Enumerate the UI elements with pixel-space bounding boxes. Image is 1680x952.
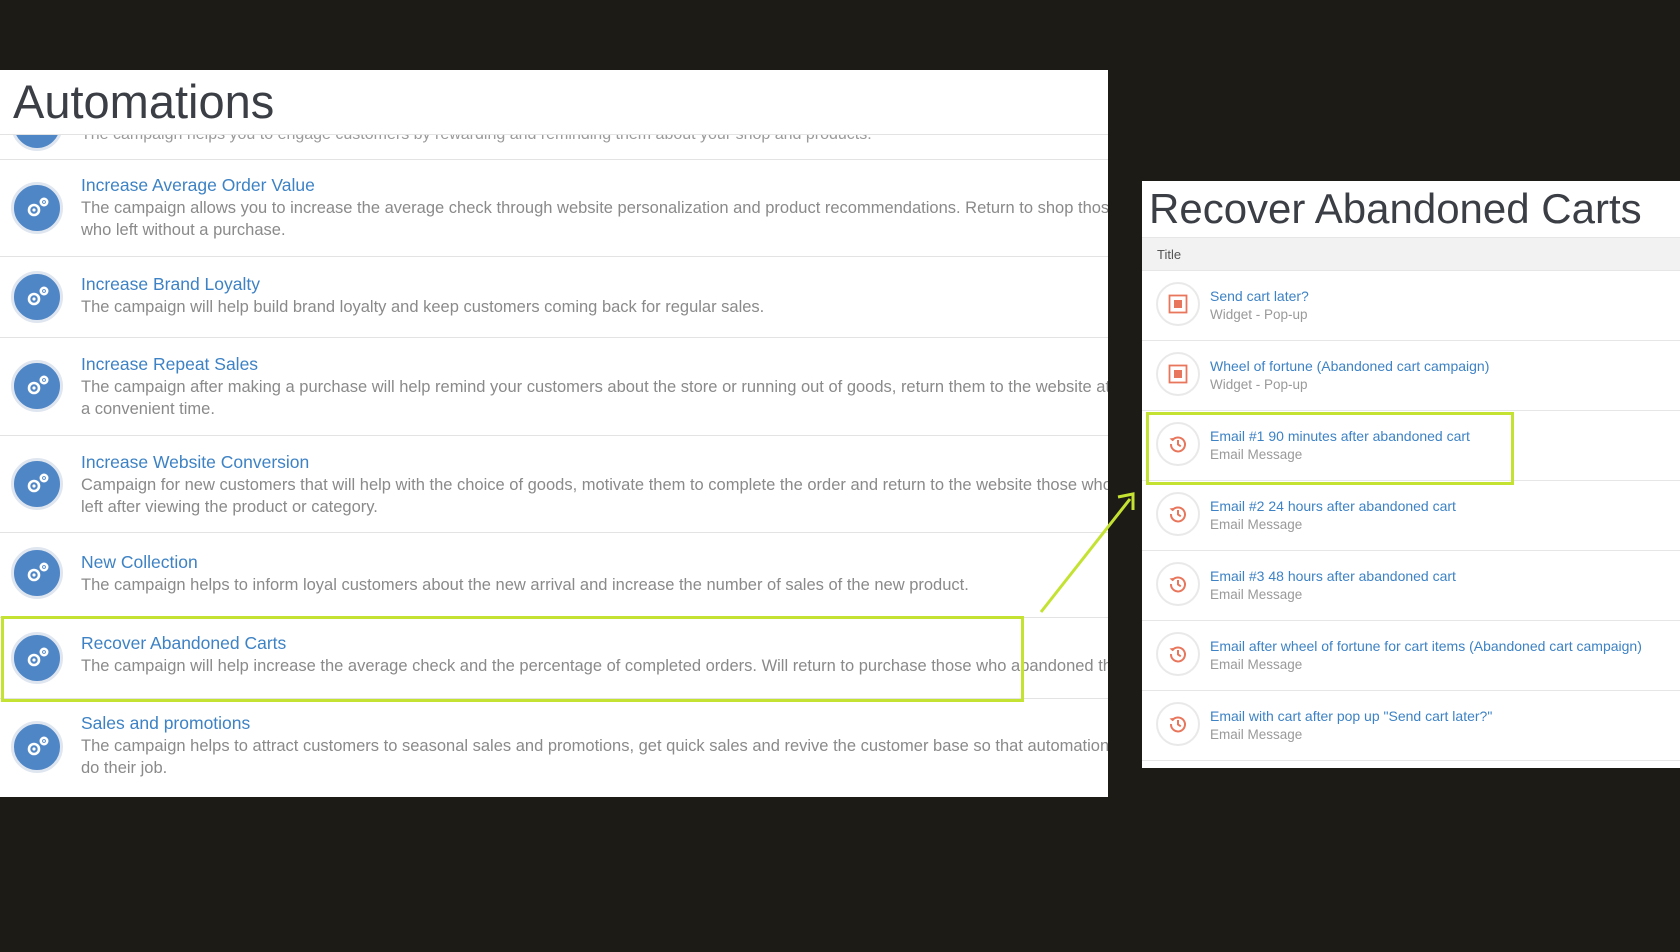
campaign-name[interactable]: Email after wheel of fortune for cart it… bbox=[1210, 638, 1642, 654]
email-history-icon bbox=[1156, 422, 1200, 466]
campaign-name[interactable]: Email with cart after pop up "Send cart … bbox=[1210, 708, 1492, 724]
campaign-name[interactable]: Email #3 48 hours after abandoned cart bbox=[1210, 568, 1456, 584]
campaign-type: Email Message bbox=[1210, 447, 1303, 462]
automation-name[interactable]: Recover Abandoned Carts bbox=[81, 633, 286, 654]
automation-description: The campaign helps to inform loyal custo… bbox=[81, 576, 969, 594]
email-history-icon bbox=[1156, 702, 1200, 746]
automation-item-increase-repeat-sales[interactable]: Increase Repeat Sales The campaign after… bbox=[0, 338, 1108, 436]
gear-icon bbox=[11, 632, 63, 684]
automation-item-increase-website-conversion[interactable]: Increase Website Conversion Campaign for… bbox=[0, 436, 1108, 533]
email-history-icon bbox=[1156, 562, 1200, 606]
campaign-name[interactable]: Wheel of fortune (Abandoned cart campaig… bbox=[1210, 358, 1489, 374]
campaign-name[interactable]: Send cart later? bbox=[1210, 288, 1309, 304]
campaign-type: Email Message bbox=[1210, 657, 1303, 672]
automation-name[interactable]: Sales and promotions bbox=[81, 713, 250, 734]
automation-item-new-collection[interactable]: New Collection The campaign helps to inf… bbox=[0, 533, 1108, 618]
automation-description: Campaign for new customers that will hel… bbox=[81, 476, 1108, 516]
campaign-type: Email Message bbox=[1210, 727, 1303, 742]
gear-icon bbox=[11, 458, 63, 510]
automation-item-increase-average-order-value[interactable]: Increase Average Order Value The campaig… bbox=[0, 158, 1108, 257]
gear-icon bbox=[11, 721, 63, 773]
campaign-name[interactable]: Email #2 24 hours after abandoned cart bbox=[1210, 498, 1456, 514]
automation-name[interactable]: Increase Website Conversion bbox=[81, 452, 309, 473]
automation-item-recover-abandoned-carts[interactable]: Recover Abandoned Carts The campaign wil… bbox=[0, 618, 1108, 699]
column-header-title[interactable]: Title bbox=[1157, 247, 1181, 262]
automations-panel: Automations The campaign helps you to en… bbox=[0, 70, 1108, 797]
email-history-icon bbox=[1156, 632, 1200, 676]
table-header: Title bbox=[1142, 237, 1680, 271]
gear-icon bbox=[11, 135, 63, 151]
widget-popup-icon bbox=[1156, 352, 1200, 396]
campaign-type: Widget - Pop-up bbox=[1210, 377, 1308, 392]
table-row[interactable]: Email after wheel of fortune for cart it… bbox=[1142, 621, 1680, 691]
campaign-name[interactable]: Email #1 90 minutes after abandoned cart bbox=[1210, 428, 1470, 444]
table-row[interactable]: Send cart later? Widget - Pop-up bbox=[1142, 271, 1680, 341]
automation-description: The campaign allows you to increase the … bbox=[81, 199, 1108, 239]
table-row[interactable]: Email with cart after pop up "Send cart … bbox=[1142, 691, 1680, 761]
automation-description: The campaign helps to attract customers … bbox=[81, 737, 1108, 777]
automation-description: The campaign will help increase the aver… bbox=[81, 657, 1108, 675]
recover-abandoned-carts-panel: Recover Abandoned Carts Title Send cart … bbox=[1142, 181, 1680, 768]
partial-list-item: The campaign helps you to engage custome… bbox=[0, 135, 1108, 160]
gear-icon bbox=[11, 182, 63, 234]
automation-name[interactable]: Increase Brand Loyalty bbox=[81, 274, 260, 295]
campaign-type: Email Message bbox=[1210, 587, 1303, 602]
automation-description: The campaign will help build brand loyal… bbox=[81, 298, 765, 316]
gear-icon bbox=[11, 360, 63, 412]
widget-popup-icon bbox=[1156, 282, 1200, 326]
table-row[interactable]: Email #1 90 minutes after abandoned cart… bbox=[1142, 411, 1680, 481]
campaign-type: Email Message bbox=[1210, 517, 1303, 532]
table-row[interactable]: Wheel of fortune (Abandoned cart campaig… bbox=[1142, 341, 1680, 411]
automation-description: The campaign after making a purchase wil… bbox=[81, 378, 1108, 418]
automation-name[interactable]: Increase Average Order Value bbox=[81, 175, 315, 196]
table-row[interactable]: Email #2 24 hours after abandoned cart E… bbox=[1142, 481, 1680, 551]
campaign-title: Recover Abandoned Carts bbox=[1149, 185, 1642, 232]
gear-icon bbox=[11, 547, 63, 599]
automation-name[interactable]: Increase Repeat Sales bbox=[81, 354, 258, 375]
automations-title: Automations bbox=[13, 75, 275, 128]
automation-name[interactable]: New Collection bbox=[81, 552, 198, 573]
automation-item-sales-and-promotions[interactable]: Sales and promotions The campaign helps … bbox=[0, 699, 1108, 797]
gear-icon bbox=[11, 271, 63, 323]
automation-item-increase-brand-loyalty[interactable]: Increase Brand Loyalty The campaign will… bbox=[0, 257, 1108, 338]
table-row[interactable]: Email #3 48 hours after abandoned cart E… bbox=[1142, 551, 1680, 621]
email-history-icon bbox=[1156, 492, 1200, 536]
campaign-type: Widget - Pop-up bbox=[1210, 307, 1308, 322]
partial-item-description: The campaign helps you to engage custome… bbox=[81, 135, 872, 144]
